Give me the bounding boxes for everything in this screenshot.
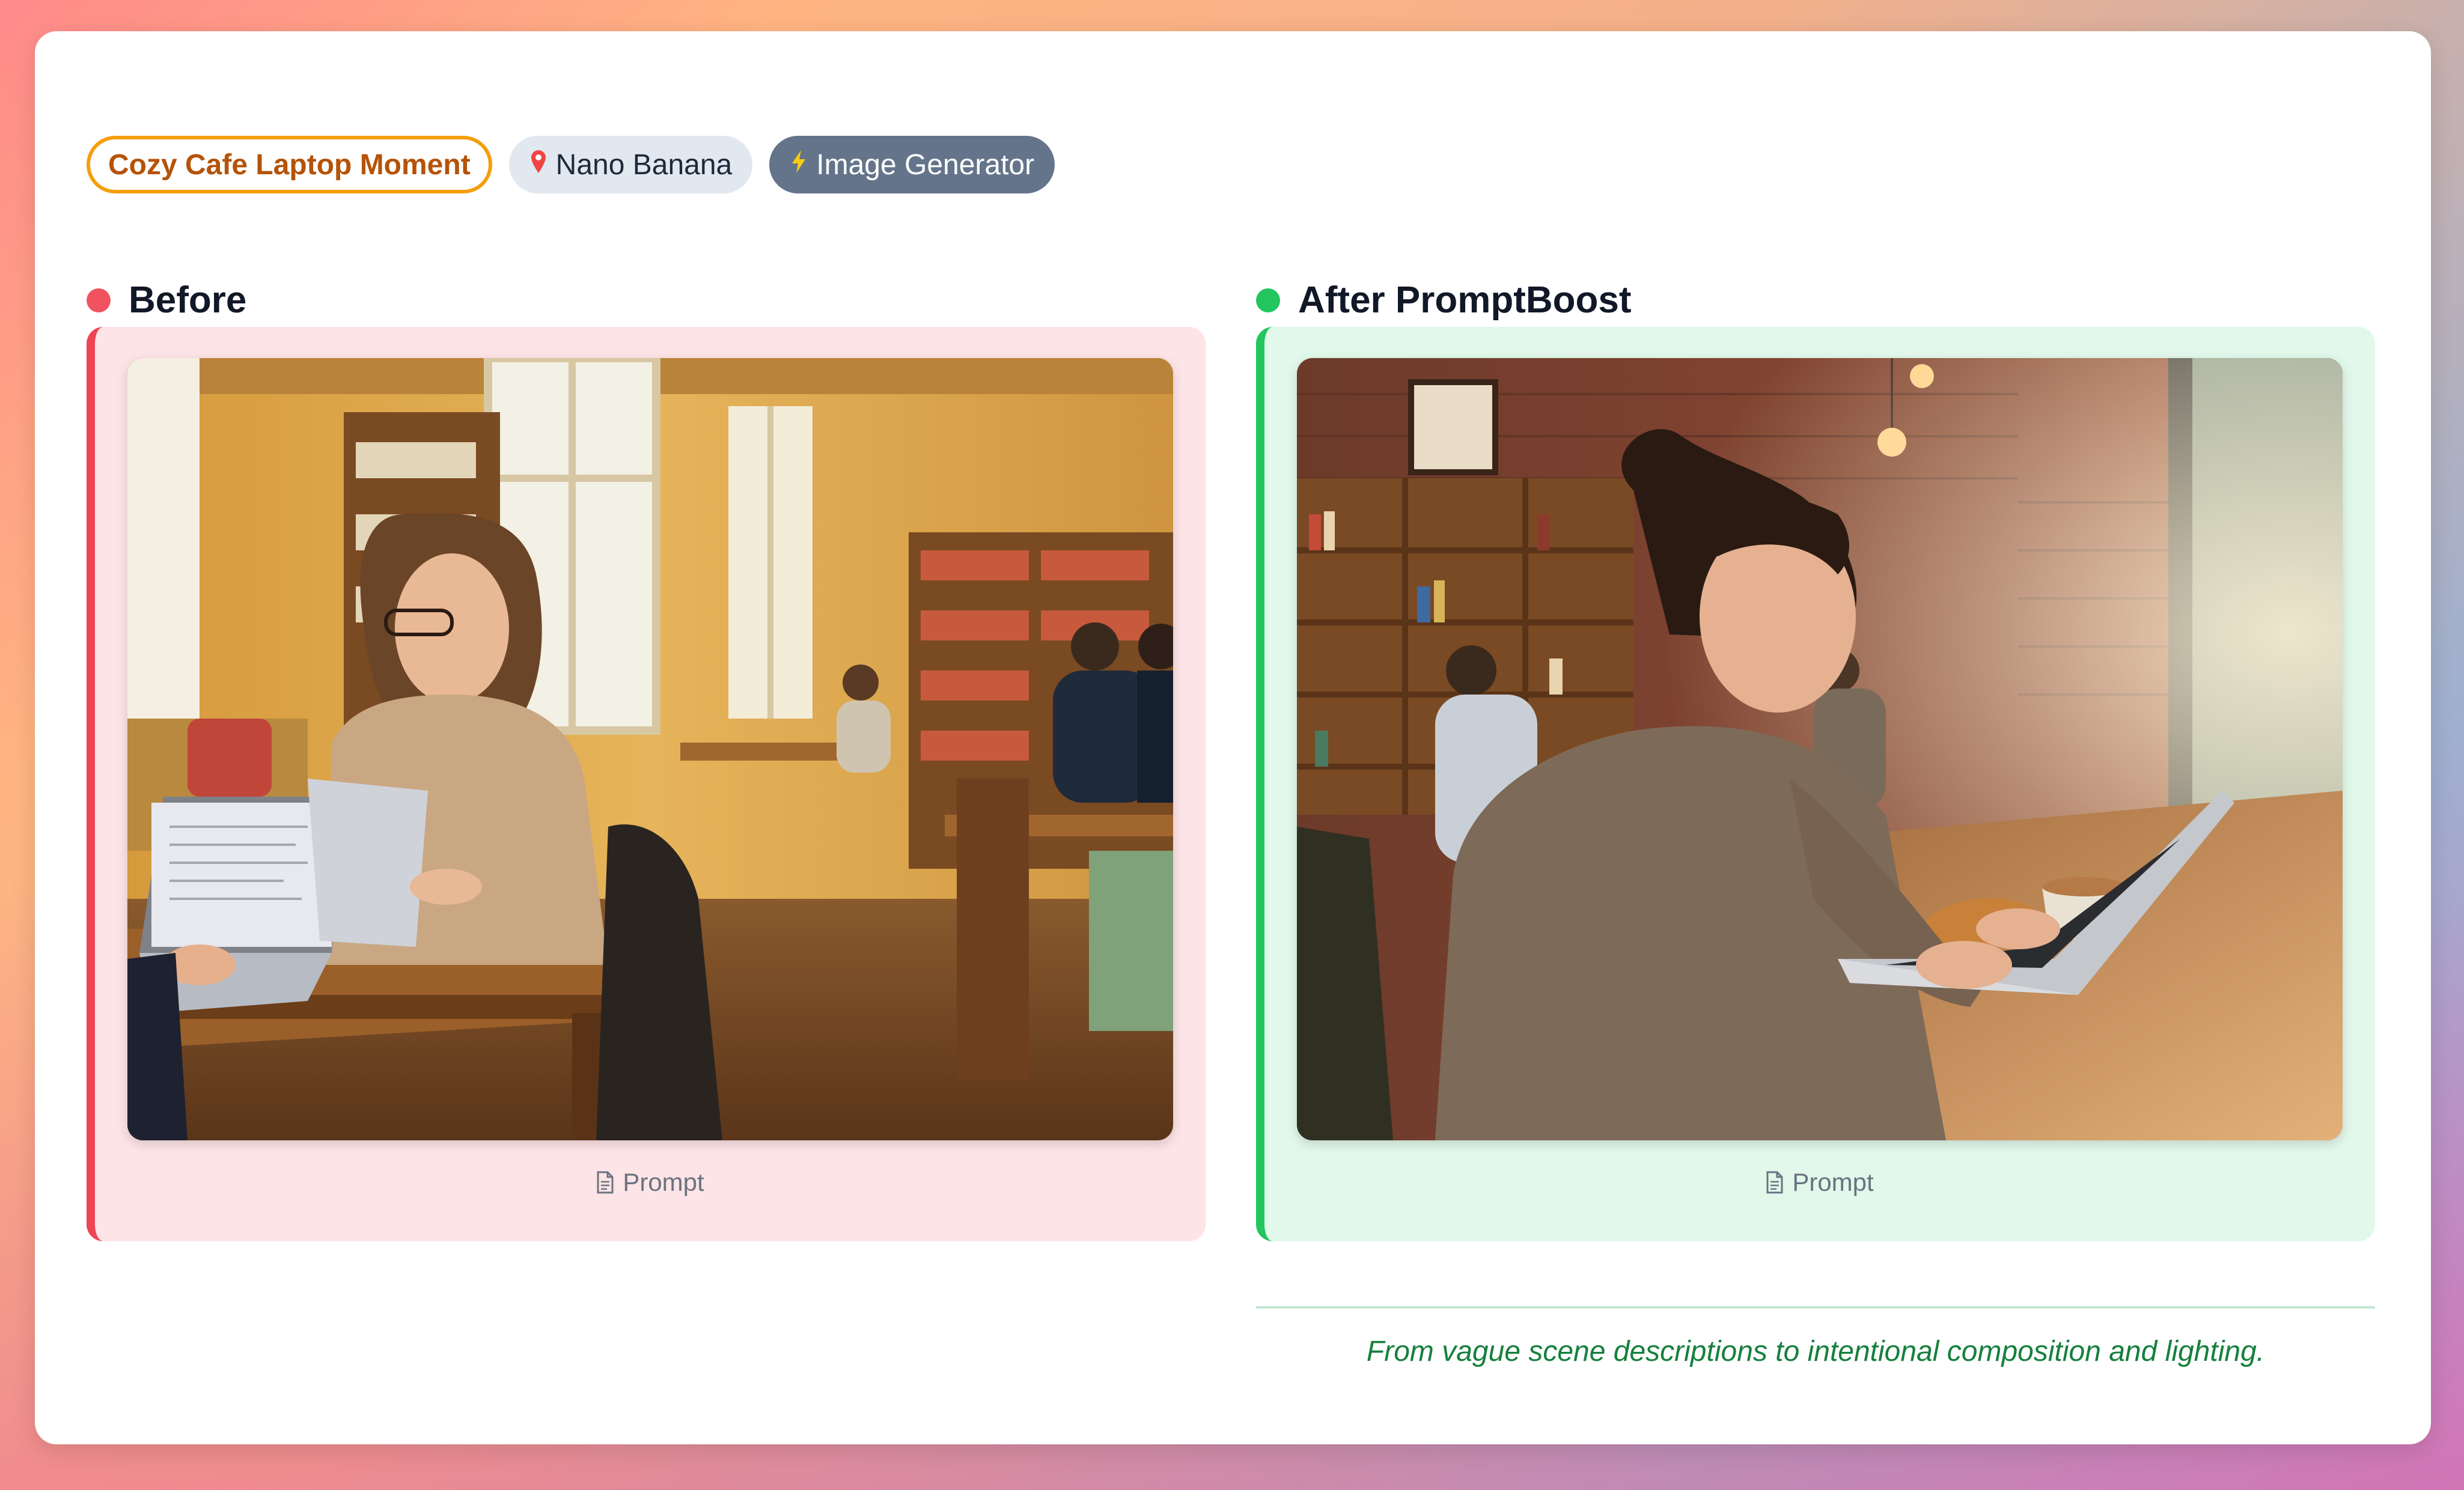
before-status-dot (87, 288, 111, 312)
pin-icon (529, 149, 547, 181)
after-prompt-label: Prompt (1792, 1168, 1874, 1196)
tool-type-label: Image Generator (816, 148, 1035, 181)
scenario-title-tag[interactable]: Cozy Cafe Laptop Moment (87, 136, 492, 193)
tag-row: Cozy Cafe Laptop Moment Nano Banana Imag… (87, 136, 1055, 193)
improvement-caption: From vague scene descriptions to intenti… (1366, 1336, 2265, 1367)
document-icon (1766, 1171, 1783, 1194)
before-image[interactable] (127, 358, 1173, 1140)
caption-divider (1256, 1306, 2375, 1309)
before-prompt-link[interactable]: Prompt (95, 1168, 1206, 1197)
comparison-card: Cozy Cafe Laptop Moment Nano Banana Imag… (35, 31, 2431, 1444)
before-panel: Prompt (87, 327, 1206, 1241)
after-status-dot (1256, 288, 1280, 312)
after-heading: After PromptBoost (1256, 279, 1632, 321)
after-panel: Prompt (1256, 327, 2375, 1241)
tool-type-tag[interactable]: Image Generator (769, 136, 1055, 193)
document-icon (597, 1171, 614, 1194)
scenario-title-label: Cozy Cafe Laptop Moment (108, 148, 471, 181)
model-tag[interactable]: Nano Banana (508, 136, 753, 193)
before-heading-label: Before (129, 279, 247, 321)
before-prompt-label: Prompt (623, 1168, 704, 1196)
before-heading: Before (87, 279, 246, 321)
model-label: Nano Banana (555, 148, 733, 181)
after-heading-label: After PromptBoost (1298, 279, 1632, 321)
after-prompt-link[interactable]: Prompt (1264, 1168, 2375, 1197)
lightning-icon (790, 149, 808, 181)
after-image[interactable] (1297, 358, 2343, 1140)
